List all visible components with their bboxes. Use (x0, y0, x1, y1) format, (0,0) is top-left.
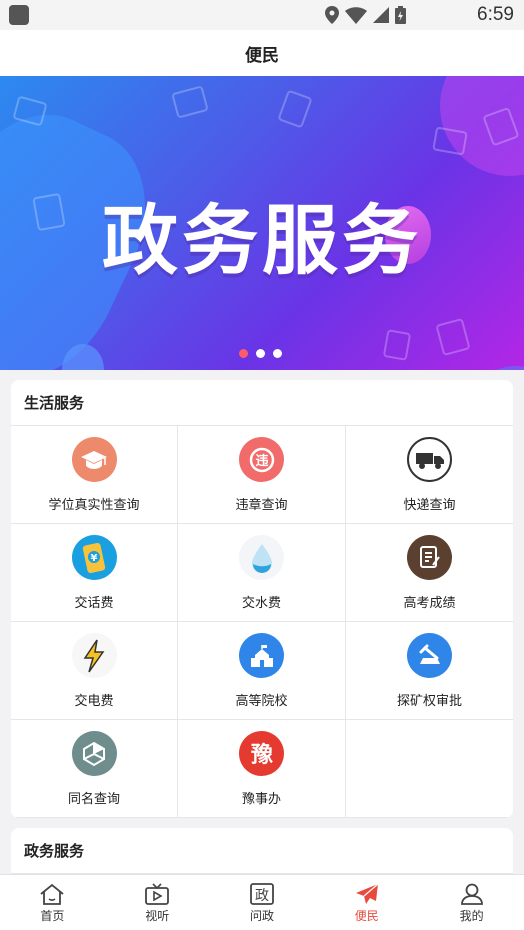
banner-carousel[interactable]: 政务服务 (0, 76, 524, 370)
cube-icon (71, 731, 117, 776)
section-title: 生活服务 (11, 380, 513, 426)
college-building-icon (239, 633, 284, 678)
service-colleges[interactable]: 高等院校 (178, 622, 346, 720)
lightning-icon (71, 633, 117, 678)
service-label: 交水费 (241, 596, 281, 611)
section-title: 政务服务 (11, 828, 513, 874)
service-label: 豫事办 (241, 792, 281, 807)
carousel-indicator (239, 349, 282, 358)
tab-profile[interactable]: 我的 (419, 875, 524, 930)
empty-grid-cell (346, 720, 513, 818)
app-notification-icon (9, 5, 29, 25)
page-title: 便民 (245, 45, 279, 66)
service-grid: 学位真实性查询 违 违章查询 快递查询 ¥ 交话费 交水费 高考成绩 交电费 高… (11, 426, 513, 818)
location-icon (325, 6, 339, 24)
service-label: 同名查询 (67, 792, 120, 807)
status-icons (325, 6, 406, 24)
service-label: 违章查询 (235, 498, 288, 513)
life-services-section: 生活服务 学位真实性查询 违 违章查询 快递查询 ¥ 交话费 交水费 高考成绩 … (11, 380, 513, 818)
user-icon (460, 883, 483, 905)
tab-label: 首页 (40, 909, 65, 923)
tab-inquiry[interactable]: 政 问政 (210, 875, 315, 930)
water-drop-icon (239, 535, 284, 580)
svg-text:¥: ¥ (91, 553, 98, 564)
service-label: 高等院校 (235, 694, 288, 709)
service-exam-scores[interactable]: 高考成绩 (346, 524, 513, 622)
banner-title: 政务服务 (102, 196, 422, 285)
service-mining-rights[interactable]: 探矿权审批 (346, 622, 513, 720)
svg-text:违: 违 (255, 453, 268, 469)
violation-icon: 违 (239, 437, 284, 482)
signal-icon (373, 7, 389, 23)
service-phone-bill[interactable]: ¥ 交话费 (11, 524, 178, 622)
tab-home[interactable]: 首页 (0, 875, 105, 930)
service-label: 交电费 (74, 694, 114, 709)
yu-seal-icon: 豫 (239, 731, 284, 776)
service-yu-shi-ban[interactable]: 豫 豫事办 (178, 720, 346, 818)
tab-convenience[interactable]: 便民 (314, 875, 419, 930)
page-header: 便民 (0, 30, 524, 76)
wifi-icon (345, 6, 367, 24)
service-label: 快递查询 (403, 498, 456, 513)
mining-icon (407, 633, 452, 678)
tab-label: 问政 (249, 909, 274, 923)
service-same-name-query[interactable]: 同名查询 (11, 720, 178, 818)
tv-icon (145, 883, 170, 905)
tab-label: 便民 (354, 909, 379, 923)
clock-time: 6:59 (477, 4, 514, 25)
tab-label: 我的 (459, 909, 484, 923)
service-label: 高考成绩 (403, 596, 456, 611)
service-electricity-bill[interactable]: 交电费 (11, 622, 178, 720)
service-label: 交话费 (74, 596, 114, 611)
delivery-truck-icon (407, 437, 452, 482)
tab-label: 视听 (145, 909, 170, 923)
paper-plane-icon (355, 883, 379, 904)
graduation-cap-icon (71, 437, 117, 482)
phone-yuan-icon: ¥ (71, 535, 117, 580)
carousel-dot[interactable] (239, 349, 248, 358)
carousel-dot[interactable] (256, 349, 265, 358)
status-bar: 6:59 (0, 0, 524, 30)
score-sheet-icon (407, 535, 452, 580)
svg-text:豫: 豫 (250, 742, 272, 768)
home-icon (40, 883, 64, 905)
svg-text:政: 政 (255, 888, 269, 904)
service-label: 学位真实性查询 (48, 498, 140, 513)
bottom-tab-bar: 首页 视听 政 问政 便民 我的 (0, 874, 524, 930)
service-water-bill[interactable]: 交水费 (178, 524, 346, 622)
service-degree-verification[interactable]: 学位真实性查询 (11, 426, 178, 524)
service-violation-query[interactable]: 违 违章查询 (178, 426, 346, 524)
battery-icon (395, 6, 406, 24)
service-label: 探矿权审批 (396, 694, 462, 709)
zheng-icon: 政 (250, 883, 274, 905)
service-express-query[interactable]: 快递查询 (346, 426, 513, 524)
tab-media[interactable]: 视听 (105, 875, 210, 930)
carousel-dot[interactable] (273, 349, 282, 358)
